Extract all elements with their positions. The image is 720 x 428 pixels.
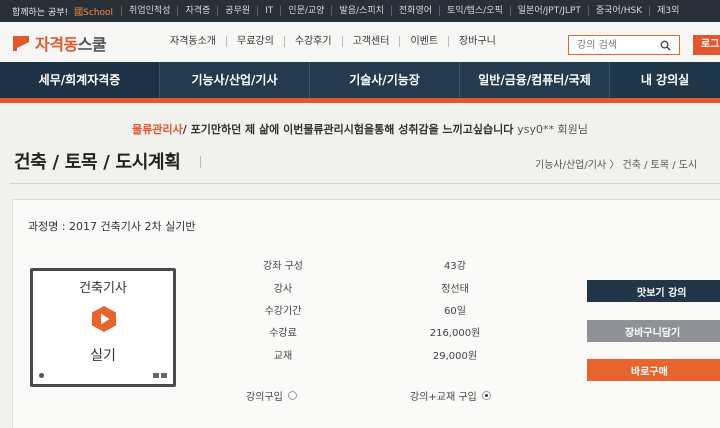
play-icon[interactable]	[90, 305, 118, 333]
detail-value-textbook: 29,000원	[432, 351, 478, 362]
category-nav: 세무/회계자격증 기능사/산업/기사 기술사/기능장 일반/금융/컴퓨터/국제 …	[0, 62, 720, 98]
logo-main: 자격동	[35, 35, 78, 54]
option-lecture-textbook[interactable]: 강의+교재 구입	[410, 388, 491, 403]
accent-bar	[0, 98, 720, 103]
topbar-link-it[interactable]: IT	[257, 6, 280, 16]
review-ticker[interactable]: 물류관리사/ 포기만하던 제 삶에 이번물류관리시험을통해 성취감을 느끼고싶습…	[0, 121, 720, 137]
topbar-link-job[interactable]: 취업인적성	[121, 6, 177, 16]
detail-value-lectures: 43강	[444, 261, 466, 272]
ticker-course: 물류관리사	[132, 123, 183, 136]
option-lecture-only-label: 강의구입	[246, 392, 283, 403]
topbar-link-civil[interactable]: 공무원	[217, 6, 257, 16]
option-lecture-only[interactable]: 강의구입	[246, 388, 297, 403]
search-icon[interactable]	[660, 40, 671, 51]
topbar-intro: 함께하는 공부!	[12, 7, 69, 18]
nav-reviews[interactable]: 수강후기	[283, 36, 342, 47]
detail-label-textbook: 교재	[273, 351, 293, 362]
thumbnail-subtitle: 실기	[90, 348, 116, 364]
thumbnail-title: 건축기사	[79, 281, 127, 296]
detail-label-period: 수강기간	[264, 306, 302, 317]
section-divider	[10, 183, 720, 184]
logo-text: 자격동스쿨	[35, 31, 107, 55]
topbar-link-japanese[interactable]: 일본어/JPT/JLPT	[509, 6, 588, 16]
detail-value-fee: 216,000원	[429, 328, 481, 339]
detail-label-fee: 수강료	[269, 328, 297, 339]
ticker-user: ysy0** 회원님	[517, 123, 588, 136]
thumbnail-controls	[39, 371, 167, 381]
nav-support[interactable]: 고객센터	[341, 36, 400, 47]
nav-events[interactable]: 이벤트	[399, 36, 448, 47]
topbar-link-humanities[interactable]: 인문/교양	[280, 6, 331, 16]
detail-value-period: 60일	[444, 306, 466, 317]
topbar-link-chinese[interactable]: 중국어/HSK	[587, 6, 649, 16]
nav-about[interactable]: 자격동소개	[170, 36, 226, 47]
topbar-link-license[interactable]: 자격증	[177, 6, 217, 16]
login-button[interactable]: 로그	[693, 35, 720, 55]
topbar-brand-link[interactable]: 國School	[74, 5, 121, 18]
flag-logo-icon	[12, 34, 32, 52]
course-thumbnail[interactable]: 건축기사 실기	[30, 268, 176, 387]
title-separator	[200, 156, 201, 168]
top-utility-bar: 함께하는 공부! 國School 취업인적성 자격증 공무원 IT 인문/교양 …	[0, 0, 720, 22]
topbar-link-third-lang[interactable]: 제3외	[649, 6, 686, 16]
nav-cart[interactable]: 장바구니	[448, 36, 506, 47]
topbar-link-phone-english[interactable]: 전화영어	[390, 6, 439, 16]
search-input[interactable]	[569, 36, 657, 54]
logo-sub: 스쿨	[77, 35, 107, 54]
radio-lecture-only[interactable]	[287, 391, 297, 400]
topbar-link-toeic[interactable]: 토익/텝스/오픽	[439, 6, 510, 16]
category-tax-accounting[interactable]: 세무/회계자격증	[0, 62, 160, 98]
category-technician[interactable]: 기능사/산업/기사	[160, 62, 310, 98]
site-logo[interactable]: 자격동스쿨	[12, 31, 107, 55]
course-name: 과정명 : 2017 건축기사 2차 실기반	[28, 220, 196, 233]
ticker-message: / 포기만하던 제 삶에 이번물류관리시험을통해 성취감을 느끼고싶습니다	[182, 123, 514, 136]
option-lecture-textbook-label: 강의+교재 구입	[410, 392, 477, 403]
add-to-cart-button[interactable]: 장바구니담기	[587, 320, 720, 342]
topbar-link-speech[interactable]: 발음/스피치	[331, 6, 390, 16]
player-controls-icon	[153, 373, 167, 378]
global-nav: 자격동소개 무료강의 수강후기 고객센터 이벤트 장바구니	[170, 36, 506, 47]
sample-lecture-button[interactable]: 맛보기 강의	[587, 280, 720, 302]
page-title: 건축 / 토목 / 도시계획	[14, 152, 181, 173]
breadcrumb[interactable]: 기능사/산업/기사 〉 건축 / 토목 / 도시	[535, 156, 697, 171]
category-general-finance[interactable]: 일반/금융/컴퓨터/국제	[460, 62, 610, 98]
radio-lecture-textbook[interactable]	[481, 391, 491, 400]
progress-dot-icon	[39, 373, 44, 378]
detail-label-instructor: 강사	[273, 284, 293, 295]
nav-free-lectures[interactable]: 무료강의	[226, 36, 284, 47]
category-my-classroom[interactable]: 내 강의실	[610, 62, 720, 98]
category-professional-engineer[interactable]: 기술사/기능장	[310, 62, 460, 98]
site-header: 자격동스쿨 자격동소개 무료강의 수강후기 고객센터 이벤트 장바구니 로그	[0, 22, 720, 62]
detail-label-lectures: 강좌 구성	[263, 261, 303, 272]
search-box	[568, 35, 680, 55]
detail-value-instructor: 정선태	[441, 284, 469, 295]
buy-now-button[interactable]: 바로구매	[587, 359, 720, 381]
